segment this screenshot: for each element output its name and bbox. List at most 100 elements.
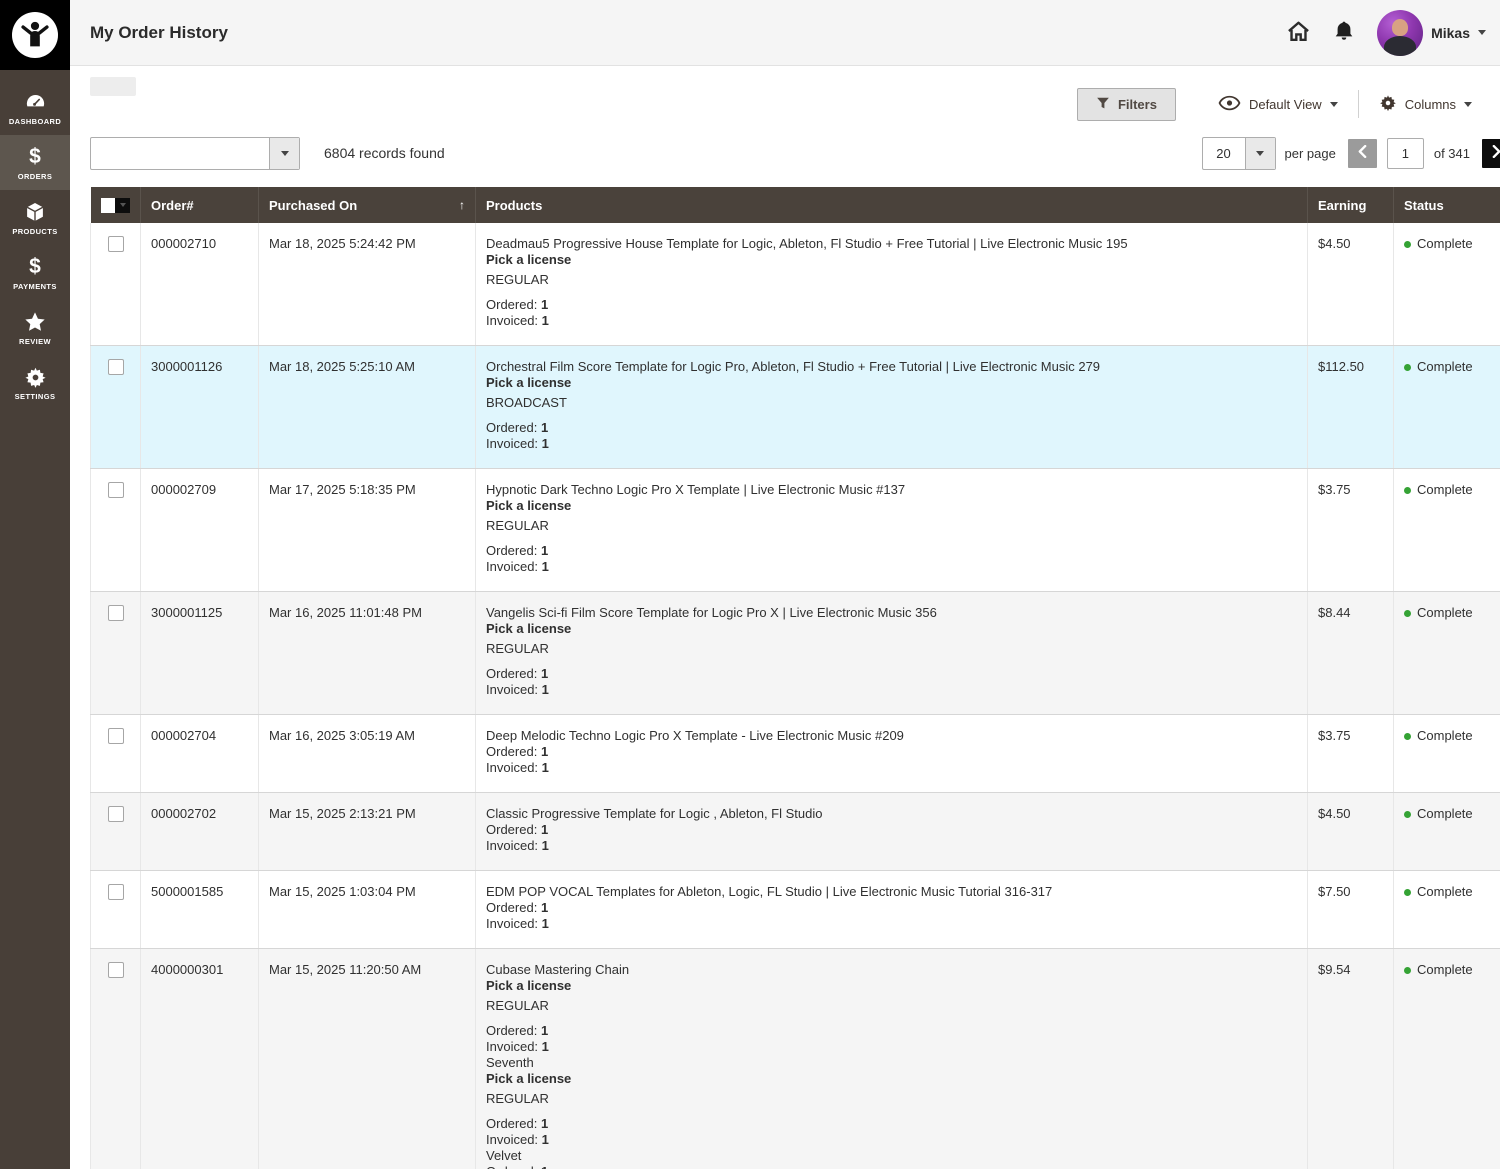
product-entry: Hypnotic Dark Techno Logic Pro X Templat… xyxy=(486,482,1297,575)
earning-value: $9.54 xyxy=(1308,949,1394,1169)
row-checkbox[interactable] xyxy=(108,728,124,744)
products-cell: Classic Progressive Template for Logic ,… xyxy=(476,793,1308,871)
table-row: 000002709Mar 17, 2025 5:18:35 PMHypnotic… xyxy=(91,469,1500,592)
sidebar-item-label: ORDERS xyxy=(18,172,53,181)
purchase-date: Mar 15, 2025 11:20:50 AM xyxy=(259,949,476,1169)
invoiced-line: Invoiced: 1 xyxy=(486,916,1297,932)
pick-a-license: Pick a license xyxy=(486,621,1297,637)
status-label: Complete xyxy=(1417,884,1473,899)
row-checkbox[interactable] xyxy=(108,236,124,252)
sidebar-item-settings[interactable]: SETTINGS xyxy=(0,355,70,410)
status-dot-icon xyxy=(1404,967,1411,974)
invoiced-line: Invoiced: 1 xyxy=(486,838,1297,854)
product-entry: Orchestral Film Score Template for Logic… xyxy=(486,359,1297,452)
sidebar-item-dashboard[interactable]: DASHBOARD xyxy=(0,80,70,135)
notifications-button[interactable] xyxy=(1332,19,1356,46)
invoiced-line: Invoiced: 1 xyxy=(486,760,1297,776)
status-dot-icon xyxy=(1404,889,1411,896)
column-header-products[interactable]: Products xyxy=(476,187,1308,223)
product-entry: EDM POP VOCAL Templates for Ableton, Log… xyxy=(486,884,1297,932)
column-header-order[interactable]: Order# xyxy=(141,187,259,223)
earning-value: $4.50 xyxy=(1308,793,1394,871)
purchase-date: Mar 18, 2025 5:25:10 AM xyxy=(259,346,476,469)
row-checkbox[interactable] xyxy=(108,482,124,498)
product-title: Seventh xyxy=(486,1055,1297,1071)
earning-value: $112.50 xyxy=(1308,346,1394,469)
mass-action-value xyxy=(91,138,269,169)
sidebar-nav: DASHBOARD $ ORDERS PRODUCTS $PAYMENTSREVIEWS… xyxy=(0,70,70,410)
order-number: 000002709 xyxy=(141,469,259,592)
status-label: Complete xyxy=(1417,359,1473,374)
order-number: 3000001126 xyxy=(141,346,259,469)
status-dot-icon xyxy=(1404,241,1411,248)
app-logo[interactable] xyxy=(0,0,70,70)
status-cell: Complete xyxy=(1394,469,1500,592)
chevron-down-icon xyxy=(1330,102,1338,107)
row-checkbox[interactable] xyxy=(108,962,124,978)
product-entry: Classic Progressive Template for Logic ,… xyxy=(486,806,1297,854)
purchase-date: Mar 15, 2025 1:03:04 PM xyxy=(259,871,476,949)
product-entry: Deep Melodic Techno Logic Pro X Template… xyxy=(486,728,1297,776)
home-button[interactable] xyxy=(1286,19,1311,47)
sidebar-item-label: PRODUCTS xyxy=(12,227,57,236)
ordered-line: Ordered: 1 xyxy=(486,822,1297,838)
status-dot-icon xyxy=(1404,364,1411,371)
products-cell: Orchestral Film Score Template for Logic… xyxy=(476,346,1308,469)
product-entry: SeventhPick a licenseREGULAROrdered: 1In… xyxy=(486,1055,1297,1148)
status-cell: Complete xyxy=(1394,715,1500,793)
ordered-line: Ordered: 1 xyxy=(486,543,1297,559)
sidebar-item-orders[interactable]: $ ORDERS xyxy=(0,135,70,190)
bell-icon xyxy=(1332,19,1356,46)
page-number-input[interactable] xyxy=(1387,138,1424,169)
select-all-checkbox[interactable] xyxy=(101,198,131,213)
row-checkbox[interactable] xyxy=(108,884,124,900)
row-checkbox[interactable] xyxy=(108,806,124,822)
ordered-line: Ordered: 1 xyxy=(486,1164,1297,1169)
product-title: EDM POP VOCAL Templates for Ableton, Log… xyxy=(486,884,1297,900)
per-page-label: per page xyxy=(1285,146,1336,161)
row-checkbox[interactable] xyxy=(108,359,124,375)
previous-page-button[interactable] xyxy=(1348,139,1377,168)
products-cell: EDM POP VOCAL Templates for Ableton, Log… xyxy=(476,871,1308,949)
payments-icon: $ xyxy=(29,254,41,280)
settings-icon xyxy=(24,364,47,390)
product-title: Velvet xyxy=(486,1148,1297,1164)
table-row: 3000001125Mar 16, 2025 11:01:48 PMVangel… xyxy=(91,592,1500,715)
per-page-select[interactable]: 20 xyxy=(1202,137,1276,170)
ordered-line: Ordered: 1 xyxy=(486,666,1297,682)
next-page-button[interactable] xyxy=(1482,139,1500,168)
orders-icon: $ xyxy=(29,144,41,170)
chevron-down-icon xyxy=(1245,138,1275,169)
products-cell: Deadmau5 Progressive House Template for … xyxy=(476,223,1308,346)
select-all-header[interactable] xyxy=(91,187,141,223)
per-page-value: 20 xyxy=(1203,138,1245,169)
column-header-status[interactable]: Status xyxy=(1394,187,1500,223)
mass-action-select[interactable] xyxy=(90,137,300,170)
product-title: Vangelis Sci-fi Film Score Template for … xyxy=(486,605,1297,621)
sidebar-item-review[interactable]: REVIEW xyxy=(0,300,70,355)
select-dropdown-icon xyxy=(115,198,130,213)
sidebar-item-products[interactable]: PRODUCTS xyxy=(0,190,70,245)
earning-value: $3.75 xyxy=(1308,469,1394,592)
row-checkbox[interactable] xyxy=(108,605,124,621)
pick-a-license: Pick a license xyxy=(486,1071,1297,1087)
orders-table: Order#Purchased On↑ProductsEarningStatus… xyxy=(90,187,1500,1169)
loading-placeholder xyxy=(90,77,136,96)
table-row: 3000001126Mar 18, 2025 5:25:10 AMOrchest… xyxy=(91,346,1500,469)
chevron-down-icon xyxy=(1478,30,1486,35)
filters-button[interactable]: Filters xyxy=(1077,88,1176,121)
column-header-date[interactable]: Purchased On↑ xyxy=(259,187,476,223)
sidebar-item-payments[interactable]: $PAYMENTS xyxy=(0,245,70,300)
license-type: REGULAR xyxy=(486,272,1297,288)
ordered-line: Ordered: 1 xyxy=(486,420,1297,436)
license-type: REGULAR xyxy=(486,998,1297,1014)
column-header-earning[interactable]: Earning xyxy=(1308,187,1394,223)
gear-icon xyxy=(1379,94,1397,115)
user-menu[interactable]: Mikas xyxy=(1377,10,1486,56)
invoiced-line: Invoiced: 1 xyxy=(486,682,1297,698)
purchase-date: Mar 16, 2025 11:01:48 PM xyxy=(259,592,476,715)
status-label: Complete xyxy=(1417,962,1473,977)
default-view-control[interactable]: Default View xyxy=(1204,95,1352,114)
columns-control[interactable]: Columns xyxy=(1365,94,1486,115)
top-bar: My Order History Mikas xyxy=(70,0,1500,66)
